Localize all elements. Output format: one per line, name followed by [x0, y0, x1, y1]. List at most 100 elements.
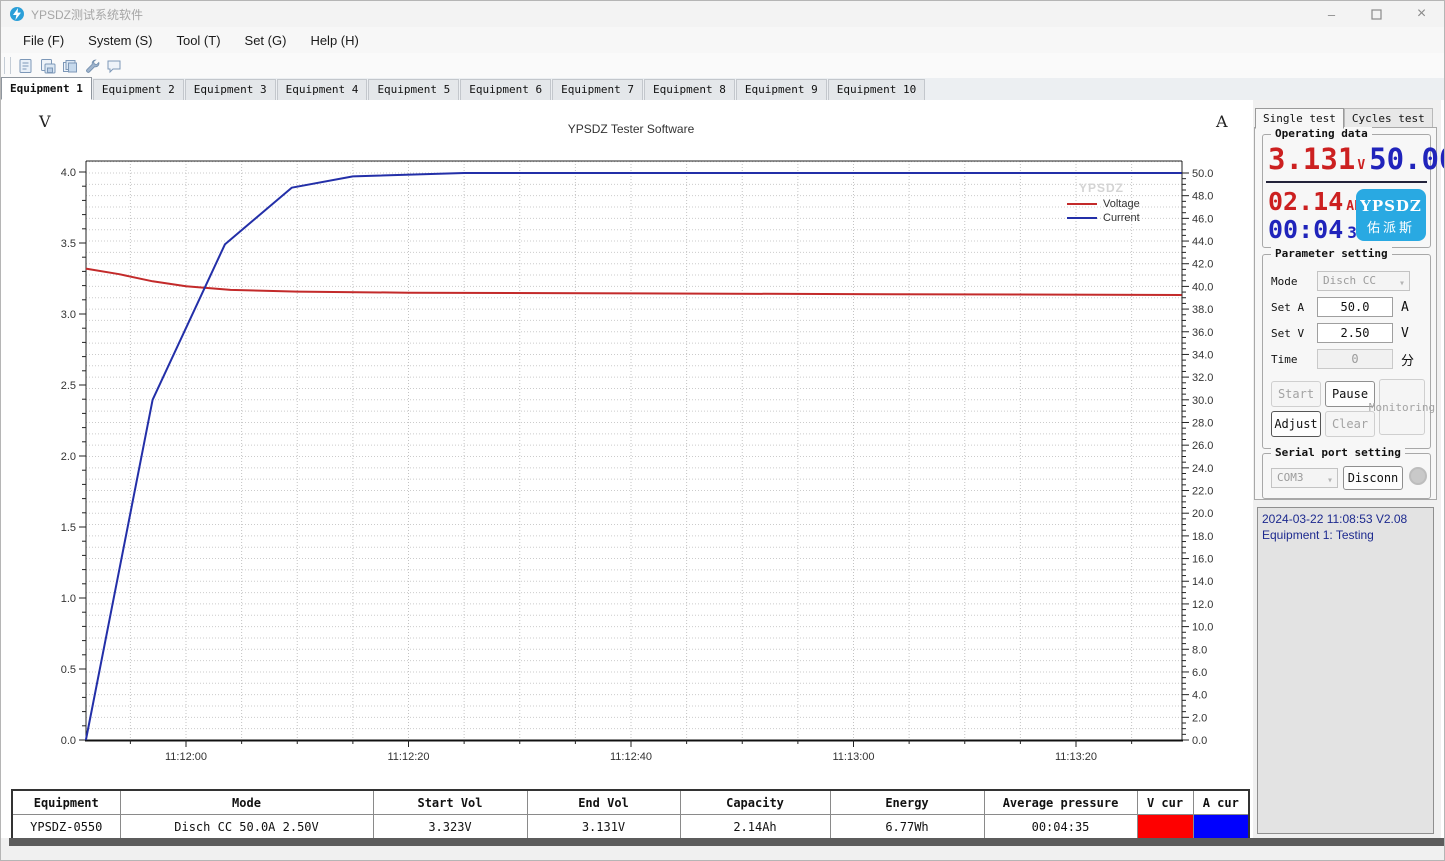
window-title: YPSDZ测试系统软件 — [31, 6, 143, 23]
svg-text:24.0: 24.0 — [1192, 463, 1213, 475]
menu-item-help[interactable]: Help (H) — [298, 30, 370, 51]
menu-item-set[interactable]: Set (G) — [233, 30, 299, 51]
tab-equipment-5[interactable]: Equipment 5 — [368, 79, 459, 100]
set-a-label: Set A — [1271, 301, 1317, 314]
report-icon[interactable] — [16, 57, 36, 75]
app-window: YPSDZ测试系统软件 – × File (F)System (S)Tool (… — [0, 0, 1445, 861]
cell-end-vol: 3.131V — [527, 815, 680, 840]
column-header-mode: Mode — [120, 790, 373, 815]
voltage-line-swatch — [1067, 203, 1097, 205]
column-header-capacity: Capacity — [680, 790, 830, 815]
column-header-average-pressure: Average pressure — [984, 790, 1137, 815]
start-button[interactable]: Start — [1271, 381, 1321, 407]
equipment-tabstrip: Equipment 1Equipment 2Equipment 3Equipme… — [1, 78, 1444, 100]
minimize-button[interactable]: – — [1309, 1, 1354, 27]
tab-equipment-7[interactable]: Equipment 7 — [552, 79, 643, 100]
legend-voltage: Voltage — [1067, 197, 1140, 211]
mode-select[interactable]: Disch CC ▾ — [1317, 271, 1410, 291]
disconnect-button[interactable]: Disconn — [1343, 466, 1403, 490]
log-panel[interactable]: 2024-03-22 11:08:53 V2.08Equipment 1: Te… — [1257, 507, 1434, 834]
brand-logo-text: YPSDZ — [1356, 197, 1426, 215]
tab-single-test[interactable]: Single test — [1255, 108, 1344, 129]
menu-item-file[interactable]: File (F) — [11, 30, 76, 51]
single-test-page: Operating data 3.131 V 50.00 A 02.14 Ah … — [1254, 127, 1437, 500]
tab-equipment-10[interactable]: Equipment 10 — [828, 79, 925, 100]
svg-text:0.0: 0.0 — [61, 735, 76, 747]
series-voltage — [86, 269, 1182, 295]
svg-text:14.0: 14.0 — [1192, 576, 1213, 588]
svg-text:38.0: 38.0 — [1192, 304, 1213, 316]
tab-equipment-2[interactable]: Equipment 2 — [93, 79, 184, 100]
svg-text:1.0: 1.0 — [61, 593, 76, 605]
chart-title: YPSDZ Tester Software — [431, 122, 831, 136]
tab-equipment-6[interactable]: Equipment 6 — [460, 79, 551, 100]
column-header-energy: Energy — [830, 790, 984, 815]
svg-text:1.5: 1.5 — [61, 522, 76, 534]
set-v-label: Set V — [1271, 327, 1317, 340]
svg-text:3.0: 3.0 — [61, 309, 76, 321]
column-header-start-vol: Start Vol — [373, 790, 527, 815]
maximize-icon — [1371, 9, 1382, 20]
toolbar-grip[interactable] — [4, 57, 11, 74]
tab-equipment-9[interactable]: Equipment 9 — [736, 79, 827, 100]
set-a-input[interactable]: 50.0 — [1317, 297, 1393, 317]
cell-mode: Disch CC 50.0A 2.50V — [120, 815, 373, 840]
menu-item-tool[interactable]: Tool (T) — [164, 30, 232, 51]
set-v-unit: V — [1401, 326, 1409, 341]
close-button[interactable]: × — [1399, 1, 1444, 27]
pause-button[interactable]: Pause — [1325, 381, 1375, 407]
a-cur-swatch — [1193, 815, 1249, 840]
clear-button[interactable]: Clear — [1325, 411, 1375, 437]
time-input[interactable]: 0 — [1317, 349, 1393, 369]
capacity-display: 02.14 — [1268, 189, 1343, 214]
series-current — [86, 173, 1182, 740]
set-v-input[interactable]: 2.50 — [1317, 323, 1393, 343]
svg-text:12.0: 12.0 — [1192, 599, 1213, 611]
operating-data-group: Operating data 3.131 V 50.00 A 02.14 Ah … — [1262, 134, 1431, 248]
title-bar: YPSDZ测试系统软件 – × — [1, 1, 1444, 27]
set-a-unit: A — [1401, 300, 1409, 315]
svg-text:44.0: 44.0 — [1192, 236, 1213, 248]
monitoring-button[interactable]: Monitoring — [1379, 379, 1425, 435]
chart-legend: Voltage Current — [1067, 197, 1140, 225]
adjust-button[interactable]: Adjust — [1271, 411, 1321, 437]
serial-port-group: Serial port setting COM3 ▾ Disconn — [1262, 453, 1431, 499]
com-port-select[interactable]: COM3 ▾ — [1271, 468, 1338, 488]
maximize-button[interactable] — [1354, 1, 1399, 27]
cell-energy: 6.77Wh — [830, 815, 984, 840]
brand-logo: YPSDZ 佑派斯 — [1356, 189, 1426, 241]
column-header-equipment: Equipment — [12, 790, 120, 815]
svg-text:11:12:00: 11:12:00 — [165, 751, 207, 763]
menu-item-system[interactable]: System (S) — [76, 30, 164, 51]
save-icon[interactable] — [38, 57, 58, 75]
cell-average-pressure: 00:04:35 — [984, 815, 1137, 840]
chevron-down-icon: ▾ — [1327, 472, 1333, 490]
connection-led — [1409, 467, 1427, 485]
svg-text:16.0: 16.0 — [1192, 554, 1213, 566]
comment-icon[interactable] — [104, 57, 124, 75]
serial-port-title: Serial port setting — [1271, 446, 1405, 459]
log-line: 2024-03-22 11:08:53 V2.08 — [1262, 511, 1429, 527]
tab-equipment-4[interactable]: Equipment 4 — [277, 79, 368, 100]
tab-equipment-3[interactable]: Equipment 3 — [185, 79, 276, 100]
log-line: Equipment 1: Testing — [1262, 527, 1429, 543]
svg-text:11:13:00: 11:13:00 — [832, 751, 874, 763]
svg-text:18.0: 18.0 — [1192, 531, 1213, 543]
wrench-icon[interactable] — [82, 57, 102, 75]
windows-icon[interactable] — [60, 57, 80, 75]
chevron-down-icon: ▾ — [1399, 275, 1405, 293]
test-mode-tabs: Single testCycles test — [1255, 108, 1433, 129]
svg-text:11:13:20: 11:13:20 — [1055, 751, 1097, 763]
svg-text:0.5: 0.5 — [61, 664, 76, 676]
tab-cycles-test[interactable]: Cycles test — [1344, 108, 1433, 129]
svg-text:10.0: 10.0 — [1192, 622, 1213, 634]
time-label: Time — [1271, 353, 1317, 366]
svg-text:11:12:20: 11:12:20 — [387, 751, 429, 763]
tab-equipment-8[interactable]: Equipment 8 — [644, 79, 735, 100]
cell-equipment: YPSDZ-0550 — [12, 815, 120, 840]
legend-current-label: Current — [1103, 212, 1140, 224]
com-port-value: COM3 — [1277, 471, 1304, 484]
tab-equipment-1[interactable]: Equipment 1 — [1, 77, 92, 100]
elapsed-time-display: 00:04 — [1268, 217, 1343, 242]
column-header-end-vol: End Vol — [527, 790, 680, 815]
